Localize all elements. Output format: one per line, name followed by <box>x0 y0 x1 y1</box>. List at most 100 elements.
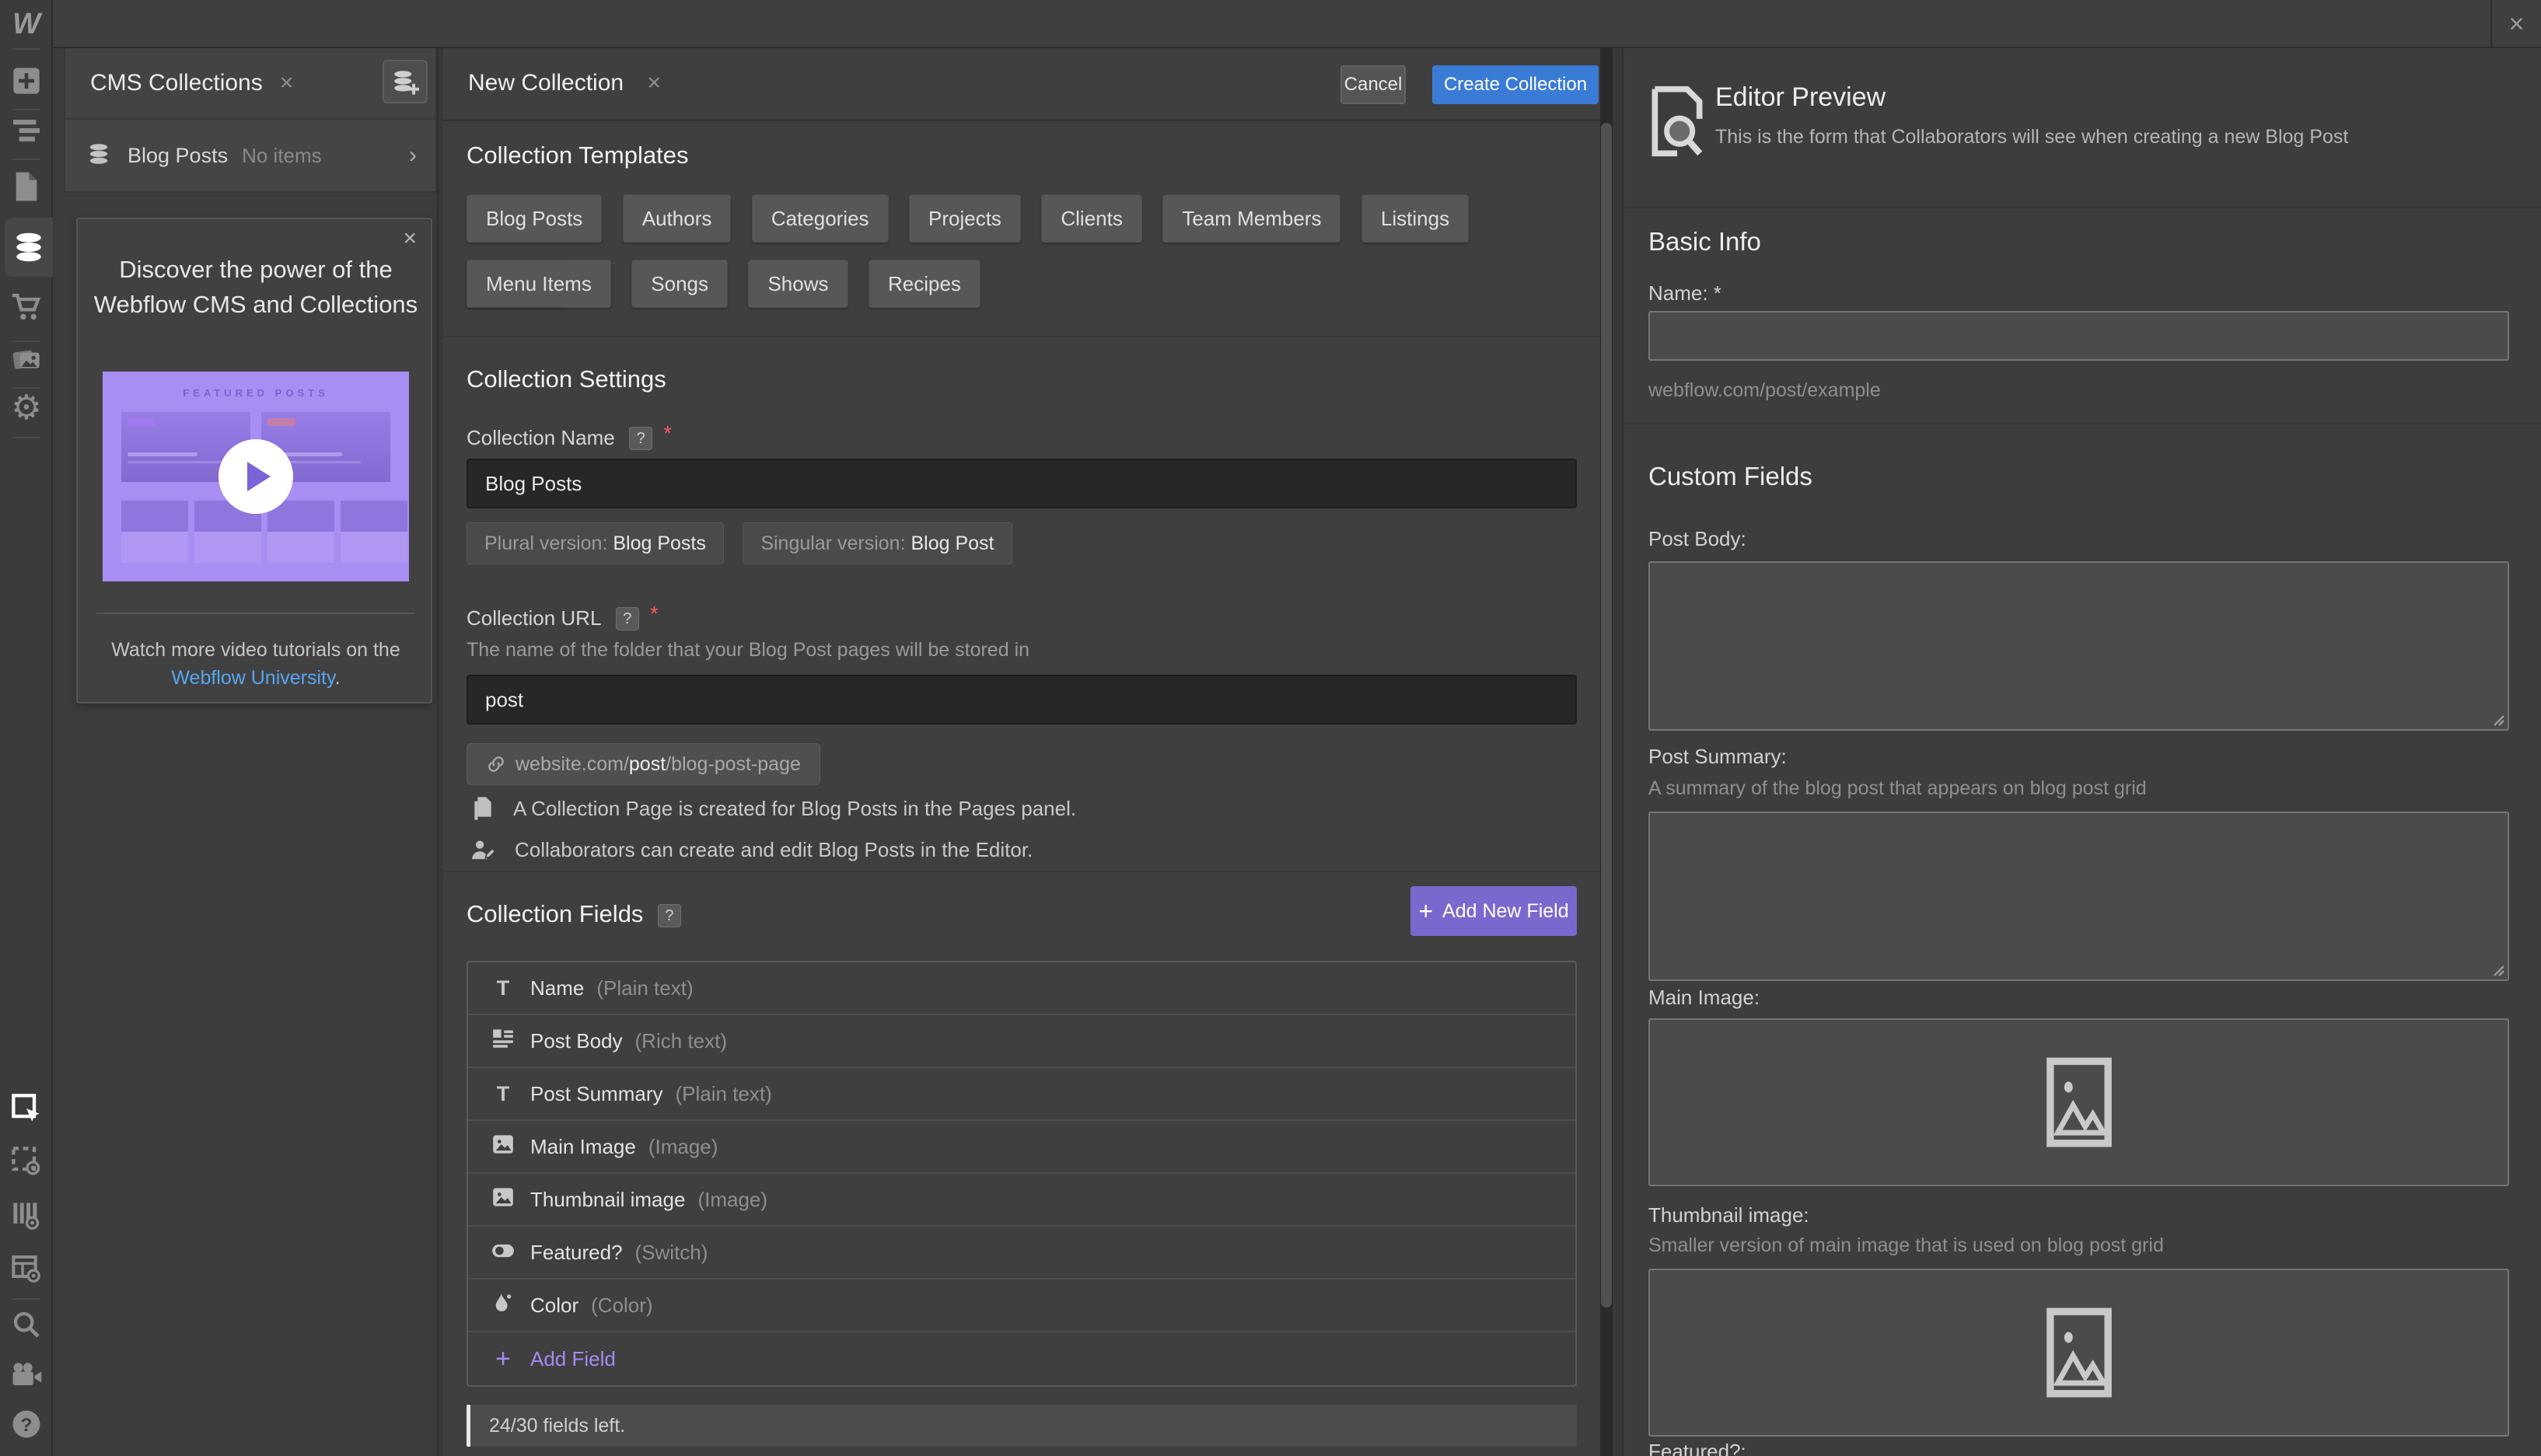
template-button[interactable]: Clients <box>1041 194 1141 243</box>
add-new-field-button[interactable]: + Add New Field <box>1410 886 1577 936</box>
xray-mode-button[interactable] <box>0 1137 53 1186</box>
thumbnail-image-hint: Smaller version of main image that is us… <box>1648 1234 2164 1257</box>
field-row-main-image[interactable]: Main Image (Image) <box>468 1121 1575 1174</box>
post-body-textarea[interactable] <box>1648 561 2509 731</box>
dialog-title-row: New Collection × <box>468 70 661 96</box>
layout-preview-button[interactable] <box>0 1244 53 1294</box>
template-button[interactable]: Projects <box>909 194 1021 243</box>
field-row-post-body[interactable]: Post Body (Rich text) <box>468 1015 1575 1068</box>
field-row-thumbnail-image[interactable]: Thumbnail image (Image) <box>468 1174 1575 1227</box>
template-button[interactable]: Authors <box>623 194 732 243</box>
singular-label: Singular version: <box>760 532 905 554</box>
pages-button[interactable] <box>0 162 53 211</box>
main-image-label: Main Image: <box>1648 986 1760 1010</box>
main-image-upload-box[interactable] <box>1648 1018 2509 1186</box>
collection-list-item-blog-posts[interactable]: Blog Posts No items › <box>64 120 437 193</box>
search-button[interactable] <box>0 1300 53 1350</box>
cms-promo-card: × Discover the power of the Webflow CMS … <box>76 218 432 704</box>
template-button[interactable]: Menu Items <box>467 260 611 308</box>
cms-panel-close-button[interactable]: × <box>280 70 294 96</box>
help-icon: ? <box>10 1408 43 1440</box>
preview-name-input[interactable] <box>1648 311 2509 361</box>
play-button-icon[interactable] <box>218 439 293 514</box>
top-bar <box>0 0 2541 48</box>
preview-name-label: Name: * <box>1648 281 1721 306</box>
plain-text-icon: T <box>490 1082 516 1106</box>
thumbnail-image-label: Thumbnail image: <box>1648 1203 1809 1227</box>
cart-icon <box>10 292 43 323</box>
video-camera-icon <box>10 1360 43 1388</box>
note-collection-page: A Collection Page is created for Blog Po… <box>471 796 1076 821</box>
field-row-featured[interactable]: Featured? (Switch) <box>468 1227 1575 1280</box>
add-elements-button[interactable] <box>0 56 53 106</box>
singular-version-chip: Singular version: Blog Post <box>743 522 1012 564</box>
resize-grip-icon[interactable] <box>2489 711 2504 726</box>
svg-text:?: ? <box>21 1415 33 1436</box>
fields-left-status: 24/30 fields left. <box>467 1405 1577 1447</box>
collection-url-input[interactable]: post <box>467 675 1577 725</box>
template-button[interactable]: Listings <box>1361 194 1469 243</box>
template-button[interactable]: Blog Posts <box>467 194 602 243</box>
field-row-post-summary[interactable]: T Post Summary (Plain text) <box>468 1068 1575 1121</box>
template-button[interactable]: Team Members <box>1162 194 1340 243</box>
navigator-icon <box>12 117 41 144</box>
promo-close-button[interactable]: × <box>403 225 417 252</box>
settings-button[interactable]: ⚙ <box>0 382 53 432</box>
assets-button[interactable] <box>0 334 53 384</box>
editor-preview-title: Editor Preview <box>1715 82 1886 113</box>
template-button[interactable]: Categories <box>752 194 889 243</box>
post-summary-textarea[interactable] <box>1648 812 2509 981</box>
template-button[interactable]: Recipes <box>869 260 980 308</box>
collection-fields-heading: Collection Fields <box>467 900 643 927</box>
help-badge[interactable]: ? <box>616 607 639 630</box>
field-row-color[interactable]: Color (Color) <box>468 1280 1575 1332</box>
plural-version-chip: Plural version: Blog Posts <box>467 522 724 564</box>
webflow-logo-icon[interactable]: W <box>0 6 53 42</box>
help-badge[interactable]: ? <box>658 904 681 927</box>
collection-name-input[interactable]: Blog Posts <box>467 459 1577 508</box>
url-slug: post <box>629 753 666 775</box>
chevron-right-icon: › <box>409 142 417 169</box>
dialog-close-button[interactable]: × <box>647 70 661 96</box>
singular-value: Blog Post <box>911 532 994 554</box>
promo-video-thumbnail[interactable]: FEATURED POSTS <box>103 372 409 581</box>
collection-name-label-row: Collection Name ? * <box>467 421 672 450</box>
create-collection-button[interactable]: Create Collection <box>1432 65 1599 104</box>
note-collaborators: Collaborators can create and edit Blog P… <box>471 838 1033 862</box>
thumbnail-image-upload-box[interactable] <box>1648 1269 2509 1437</box>
template-button[interactable]: Shows <box>748 260 848 308</box>
note-collection-page-text: A Collection Page is created for Blog Po… <box>513 797 1076 821</box>
edit-element-button[interactable] <box>0 1084 53 1133</box>
help-button[interactable]: ? <box>0 1399 53 1449</box>
close-icon: × <box>2509 9 2525 40</box>
new-collection-dialog: New Collection × Cancel Create Collectio… <box>443 48 1600 1456</box>
plus-icon: + <box>1418 897 1433 926</box>
window-close-button[interactable]: × <box>2490 0 2541 48</box>
add-field-row[interactable]: + Add Field <box>468 1332 1575 1385</box>
add-collection-icon <box>391 68 419 95</box>
image-placeholder-icon <box>2046 1056 2113 1148</box>
template-button[interactable]: Songs <box>631 260 728 308</box>
scrollbar-thumb[interactable] <box>1601 123 1612 1308</box>
cms-collections-button[interactable] <box>5 218 53 277</box>
field-row-name[interactable]: T Name (Plain text) <box>468 962 1575 1015</box>
plus-square-icon <box>11 65 42 96</box>
cms-panel-header: CMS Collections × <box>64 48 437 120</box>
select-element-icon <box>11 1093 42 1124</box>
new-collection-button[interactable] <box>383 60 428 103</box>
cms-collections-panel: CMS Collections × Blog Posts No items › … <box>53 48 439 1456</box>
xray-eye-icon <box>11 1146 42 1177</box>
resize-grip-icon[interactable] <box>2489 961 2504 976</box>
help-badge[interactable]: ? <box>629 427 652 450</box>
database-icon <box>87 142 110 169</box>
guides-toggle-button[interactable] <box>0 1191 53 1241</box>
cancel-button[interactable]: Cancel <box>1340 65 1406 104</box>
layout-eye-icon <box>11 1253 42 1284</box>
collection-item-count: No items <box>242 144 322 168</box>
webflow-university-link[interactable]: Webflow University <box>171 667 334 689</box>
ecommerce-button[interactable] <box>0 282 53 332</box>
navigator-button[interactable] <box>0 106 53 155</box>
field-name: Post Body <box>530 1029 623 1053</box>
video-tutorials-button[interactable] <box>0 1350 53 1399</box>
dialog-scrollbar[interactable] <box>1600 48 1613 1456</box>
